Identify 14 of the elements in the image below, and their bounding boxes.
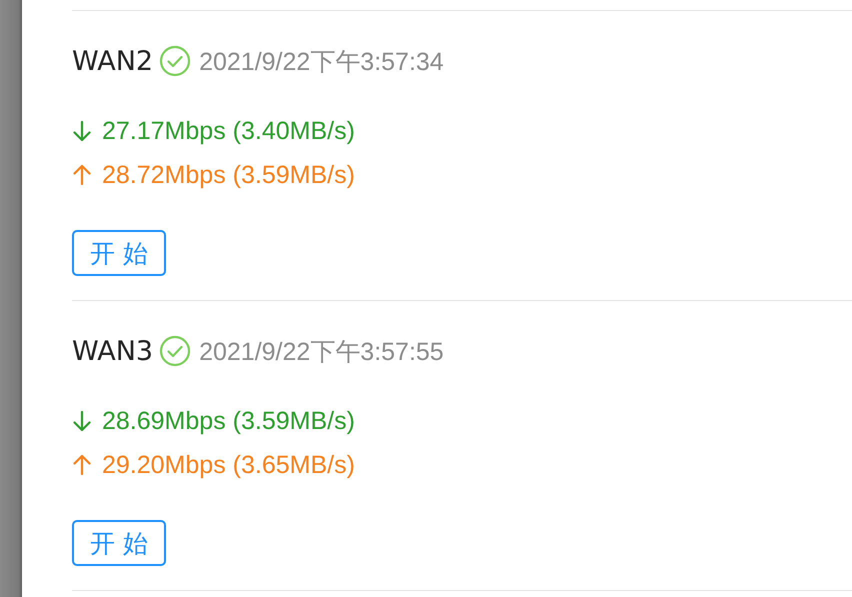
arrow-down-icon — [72, 409, 92, 433]
timestamp: 2021/9/22下午3:57:34 — [199, 46, 444, 78]
download-speed: 28.69Mbps (3.59MB/s) — [102, 406, 355, 436]
upload-speed: 29.20Mbps (3.65MB/s) — [102, 450, 355, 480]
arrow-up-icon — [72, 453, 92, 477]
arrow-up-icon — [72, 163, 92, 187]
line-name: WAN2 — [72, 46, 154, 76]
download-speed: 27.17Mbps (3.40MB/s) — [102, 116, 355, 146]
start-button[interactable]: 开 始 — [72, 230, 166, 276]
start-button[interactable]: 开 始 — [72, 520, 166, 566]
upload-speed: 28.72Mbps (3.59MB/s) — [102, 160, 355, 190]
arrow-down-icon — [72, 119, 92, 143]
line-name: WAN3 — [72, 336, 154, 366]
timestamp: 2021/9/22下午3:57:55 — [199, 336, 444, 368]
